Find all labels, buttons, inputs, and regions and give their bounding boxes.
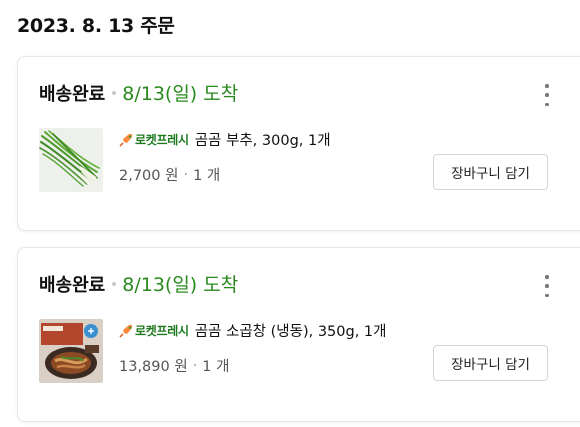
delivery-status: 배송완료 <box>39 274 106 296</box>
product-title-line[interactable]: 로켓프레시 곰곰 소곱창 (냉동), 350g, 1개 <box>119 320 387 341</box>
order-item-card: 배송완료 8/13(일) 도착 로켓프레시 곰곰 소곱창 (냉동), 350g,… <box>17 247 580 422</box>
add-to-cart-button[interactable]: 장바구니 담기 <box>433 154 548 190</box>
separator-dot <box>112 90 117 95</box>
separator-dot: · <box>192 357 198 374</box>
arrival-date: 8/13(일) 도착 <box>122 83 239 105</box>
product-name[interactable]: 곰곰 부추, 300g, 1개 <box>195 129 331 150</box>
price-line: 2,700 원 · 1 개 <box>119 164 220 185</box>
delivery-status-row: 배송완료 8/13(일) 도착 <box>39 79 238 106</box>
delivery-status: 배송완료 <box>39 83 106 105</box>
add-to-cart-button[interactable]: 장바구니 담기 <box>433 345 548 381</box>
more-options-icon[interactable] <box>543 84 551 106</box>
order-item-card: 배송완료 8/13(일) 도착 로켓프레시 곰곰 부추, 300g, 1개 2,… <box>17 56 580 231</box>
rocket-fresh-badge: 로켓프레시 <box>119 131 189 148</box>
rocket-icon <box>119 133 132 147</box>
arrival-date: 8/13(일) 도착 <box>122 274 239 296</box>
product-thumbnail-beef-intestine[interactable] <box>39 319 103 383</box>
price: 13,890 원 <box>119 359 188 375</box>
price-line: 13,890 원 · 1 개 <box>119 355 229 376</box>
rocket-fresh-badge: 로켓프레시 <box>119 322 189 339</box>
more-options-icon[interactable] <box>543 275 551 297</box>
separator-dot <box>112 281 117 286</box>
product-title-line[interactable]: 로켓프레시 곰곰 부추, 300g, 1개 <box>119 129 331 150</box>
delivery-status-row: 배송완료 8/13(일) 도착 <box>39 270 238 297</box>
separator-dot: · <box>183 166 189 183</box>
product-name[interactable]: 곰곰 소곱창 (냉동), 350g, 1개 <box>195 320 387 341</box>
quantity: 1 개 <box>193 168 221 184</box>
quantity: 1 개 <box>202 359 230 375</box>
order-date-heading: 2023. 8. 13 주문 <box>17 15 175 37</box>
price: 2,700 원 <box>119 168 179 184</box>
product-thumbnail-chives[interactable] <box>39 128 103 192</box>
rocket-icon <box>119 324 132 338</box>
